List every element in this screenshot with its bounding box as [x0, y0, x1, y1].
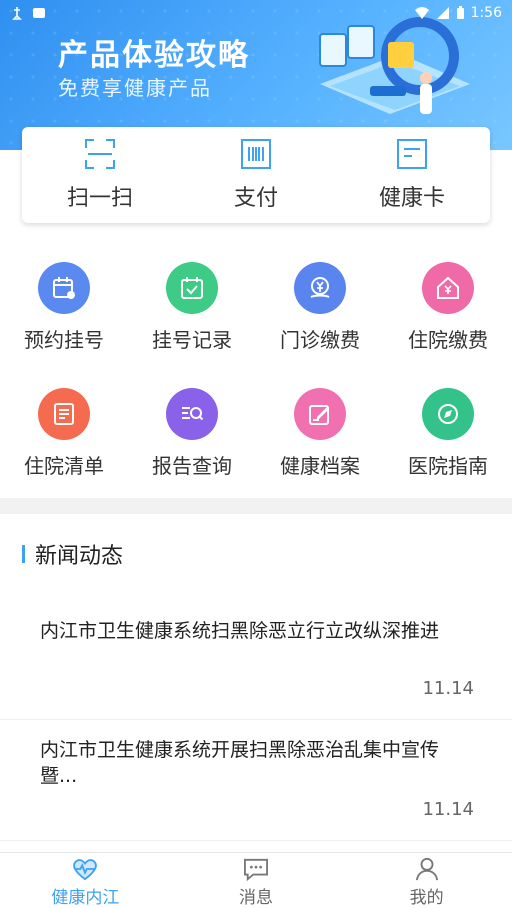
card-icon — [397, 139, 427, 169]
service-label: 住院缴费 — [408, 328, 488, 352]
quick-action-pay[interactable]: 支付 — [196, 138, 316, 212]
nav-label: 我的 — [409, 888, 444, 908]
report-search-icon — [166, 388, 218, 440]
heart-pulse-icon — [73, 859, 98, 881]
service-label: 报告查询 — [152, 454, 232, 478]
status-right: 1:56 — [414, 5, 502, 21]
compass-icon — [422, 388, 474, 440]
nav-tab-messages[interactable]: 消息 — [171, 853, 342, 908]
calendar-check-icon — [166, 262, 218, 314]
service-label: 门诊缴费 — [280, 328, 360, 352]
banner-subtitle: 免费享健康产品 — [58, 76, 212, 100]
service-inpatient-list[interactable]: 住院清单 — [0, 388, 128, 496]
nav-tab-health-neijiang[interactable]: 健康内江 — [0, 853, 171, 908]
quick-action-health-card[interactable]: 健康卡 — [352, 138, 472, 212]
news-item[interactable]: 内江市卫生健康系统开展扫黑除恶治乱集中宣传暨... 11.14 — [0, 721, 512, 841]
heading-accent-bar — [22, 545, 25, 563]
battery-icon — [456, 6, 464, 19]
service-label: 预约挂号 — [24, 328, 104, 352]
quick-action-label: 扫一扫 — [66, 186, 133, 211]
news-section-heading: 新闻动态 — [22, 538, 123, 570]
usb-icon — [12, 7, 22, 20]
signal-icon — [436, 7, 449, 19]
service-label: 住院清单 — [24, 454, 104, 478]
service-registration-record[interactable]: 挂号记录 — [128, 262, 256, 370]
quick-action-label: 支付 — [233, 186, 278, 211]
services-grid: 预约挂号 挂号记录 门诊缴费 住院缴费 住院清单 报告查询 健康档案 医院指南 — [0, 262, 512, 496]
wifi-icon — [414, 7, 429, 19]
yen-house-icon — [422, 262, 474, 314]
service-label: 健康档案 — [280, 454, 360, 478]
status-time: 1:56 — [470, 5, 502, 21]
app-screen: 产品体验攻略 免费享健康产品 1:56 扫一扫 支付 健康卡 预约挂号 挂号记录… — [0, 0, 512, 908]
nav-label: 消息 — [239, 888, 273, 908]
calendar-icon — [38, 262, 90, 314]
service-outpatient-payment[interactable]: 门诊缴费 — [256, 262, 384, 370]
nav-label: 健康内江 — [51, 888, 120, 908]
news-item-date: 11.14 — [422, 799, 474, 820]
service-report-query[interactable]: 报告查询 — [128, 388, 256, 496]
news-item-date: 11.14 — [422, 678, 474, 699]
service-inpatient-payment[interactable]: 住院缴费 — [384, 262, 512, 370]
yen-coin-icon — [294, 262, 346, 314]
bottom-navigation: 健康内江 消息 我的 — [0, 852, 512, 908]
service-appointment[interactable]: 预约挂号 — [0, 262, 128, 370]
nav-tab-me[interactable]: 我的 — [341, 853, 512, 908]
status-bar: 1:56 — [0, 0, 512, 26]
service-label: 挂号记录 — [152, 328, 232, 352]
notification-icon — [33, 8, 45, 18]
quick-action-label: 健康卡 — [378, 186, 445, 211]
barcode-icon — [241, 139, 271, 169]
scan-icon — [85, 139, 115, 169]
section-divider — [0, 498, 512, 514]
banner-illustration — [319, 17, 470, 114]
banner-title: 产品体验攻略 — [58, 38, 250, 73]
news-heading-text: 新闻动态 — [35, 544, 124, 569]
quick-actions-card: 扫一扫 支付 健康卡 — [22, 127, 490, 223]
quick-action-scan[interactable]: 扫一扫 — [40, 138, 160, 212]
news-item[interactable]: 内江市卫生健康系统扫黑除恶立行立改纵深推进 11.14 — [0, 600, 512, 720]
service-health-record[interactable]: 健康档案 — [256, 388, 384, 496]
list-icon — [38, 388, 90, 440]
service-label: 医院指南 — [408, 454, 488, 478]
status-left — [10, 6, 46, 20]
news-item-title: 内江市卫生健康系统扫黑除恶立行立改纵深推进 — [40, 620, 440, 642]
edit-record-icon — [294, 388, 346, 440]
person-icon — [415, 857, 438, 881]
service-hospital-guide[interactable]: 医院指南 — [384, 388, 512, 496]
news-item-title: 内江市卫生健康系统开展扫黑除恶治乱集中宣传暨... — [40, 739, 440, 787]
message-icon — [244, 858, 268, 881]
